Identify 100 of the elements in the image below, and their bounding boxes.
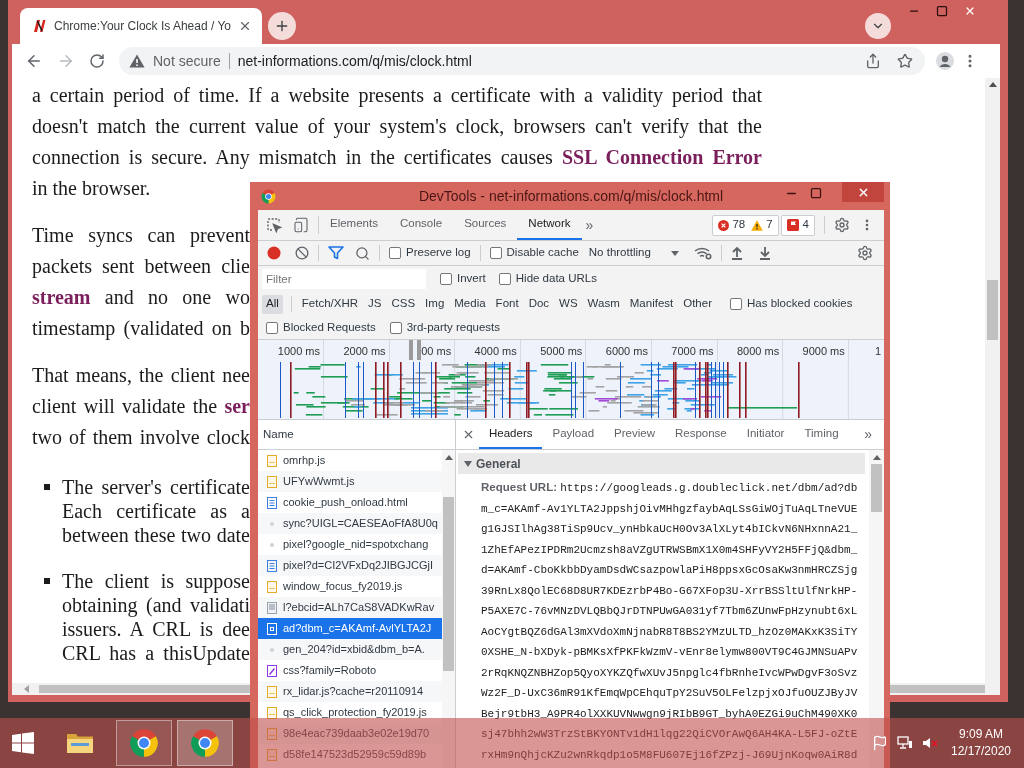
panel-tab[interactable]: Console <box>388 210 454 240</box>
range-handle[interactable] <box>417 340 421 360</box>
paragraph-text: Time syncs can prevent packets sent between clie stream and no one wo timestamp (validated on b <box>32 223 250 342</box>
panel-tab[interactable]: Elements <box>319 210 389 240</box>
scrollbar-thumb[interactable] <box>443 497 454 671</box>
section-header[interactable]: General <box>458 453 865 474</box>
maximize-icon[interactable] <box>936 5 948 17</box>
checkbox[interactable] <box>389 247 401 259</box>
type-filter[interactable]: JS <box>364 294 386 314</box>
scroll-up-icon[interactable] <box>444 455 453 460</box>
request-row[interactable]: rx_lidar.js?cache=r20110914 <box>258 681 442 702</box>
inspect-element-icon[interactable] <box>266 217 282 233</box>
tab-title: Chrome:Your Clock Is Ahead / Yo <box>54 18 231 35</box>
document-icon <box>267 559 277 572</box>
text-line: a certain period of time. If a website presents a certificate with a validity period that <box>32 83 762 109</box>
type-filter[interactable]: Doc <box>524 294 554 314</box>
checkbox[interactable] <box>440 273 452 285</box>
start-logo-icon[interactable] <box>11 731 35 755</box>
checkbox[interactable] <box>498 273 511 285</box>
browser-tab[interactable]: Chrome:Your Clock Is Ahead / Yo <box>20 8 262 44</box>
details-tab[interactable]: Response <box>664 420 737 449</box>
checkbox[interactable] <box>730 298 742 310</box>
scrollbar-thumb[interactable] <box>987 280 998 340</box>
throttling-select[interactable]: No throttling <box>588 244 679 262</box>
flag-icon[interactable] <box>872 735 888 751</box>
settings-icon[interactable] <box>834 217 850 233</box>
type-filter[interactable]: Img <box>421 294 449 314</box>
dot-icon <box>270 521 274 526</box>
request-row[interactable]: sync?UIGL=CAESEAoFfA8U0q <box>258 513 442 534</box>
request-row[interactable]: pixel?d=CI2VFxDq2JIBGJCGjI <box>258 555 442 576</box>
scrollbar-thumb[interactable] <box>871 464 882 512</box>
type-filter[interactable]: WS <box>555 294 582 314</box>
text-line: doesn't match the current value of your system's clock, browsers can't verify that the <box>32 114 762 140</box>
scroll-up-icon[interactable] <box>988 82 997 87</box>
type-filter[interactable]: Other <box>679 294 716 314</box>
panel-tab[interactable]: Sources <box>453 210 518 240</box>
close-icon[interactable] <box>238 19 252 33</box>
clock-time[interactable]: 9:09 AM <box>959 726 1003 743</box>
back-icon[interactable] <box>25 52 43 70</box>
device-toolbar-icon[interactable] <box>293 217 309 233</box>
request-row[interactable]: ad?dbm_c=AKAmf-AvlYLTA2J <box>258 618 442 639</box>
checkbox[interactable] <box>266 321 278 334</box>
share-icon[interactable] <box>865 53 881 69</box>
address-bar[interactable]: Not secure net-informations.com/q/mis/clock.html <box>119 47 925 75</box>
taskbar-app-button[interactable] <box>116 720 172 766</box>
close-icon[interactable] <box>964 5 976 17</box>
details-tab[interactable]: Payload <box>542 420 605 449</box>
network-settings-icon[interactable] <box>693 246 712 260</box>
details-tab[interactable]: Preview <box>604 420 665 449</box>
scroll-up-icon[interactable] <box>872 455 881 460</box>
network-icon[interactable] <box>897 735 913 751</box>
type-filter[interactable]: Font <box>491 294 523 314</box>
security-label[interactable]: Not secure <box>153 50 221 72</box>
volume-muted-icon[interactable] <box>922 735 938 751</box>
star-icon[interactable] <box>897 53 913 69</box>
close-icon[interactable] <box>462 428 475 441</box>
type-filter[interactable]: Media <box>450 294 490 314</box>
document-icon <box>267 496 277 509</box>
request-name: omrhp.js <box>283 453 326 469</box>
type-filter[interactable]: Wasm <box>583 294 624 314</box>
details-tab[interactable]: Headers <box>479 420 543 449</box>
details-tab[interactable]: Initiator <box>736 420 795 449</box>
range-handle[interactable] <box>409 340 413 360</box>
taskbar-app-button[interactable] <box>177 720 233 766</box>
column-header[interactable]: Name <box>263 425 294 444</box>
profile-avatar-icon[interactable] <box>936 52 954 70</box>
clear-icon[interactable] <box>295 246 309 260</box>
tick-label: 00 ms <box>421 343 452 359</box>
scrollbar-thumb[interactable] <box>890 685 985 693</box>
request-row[interactable]: l?ebcid=ALh7CaS8VADKwRav <box>258 597 442 618</box>
filter-icon[interactable] <box>328 246 344 260</box>
filter-input[interactable]: Filter <box>262 269 426 289</box>
clock-date[interactable]: 12/17/2020 <box>950 743 1012 760</box>
new-tab-button[interactable] <box>268 12 296 40</box>
issues-counter[interactable]: 78 7 <box>712 214 779 236</box>
type-filter[interactable]: Manifest <box>625 294 678 314</box>
request-row[interactable]: UFYwWwmt.js <box>258 471 442 492</box>
more-tabs-button[interactable]: » <box>864 424 872 445</box>
checkbox[interactable] <box>489 247 502 259</box>
type-filter[interactable]: CSS <box>387 294 420 314</box>
upload-icon[interactable] <box>730 246 743 260</box>
type-filter[interactable]: All <box>262 294 283 314</box>
dot-icon <box>270 647 274 652</box>
tab-search-button[interactable] <box>865 13 891 39</box>
issues-button[interactable]: 4 <box>780 214 815 236</box>
close-button[interactable] <box>842 182 884 202</box>
type-filter[interactable]: Fetch/XHR <box>297 294 363 314</box>
scrollbar-thumb[interactable] <box>39 685 250 693</box>
details-tab[interactable]: Timing <box>794 420 849 449</box>
download-icon[interactable] <box>758 246 771 260</box>
more-tabs-button[interactable]: » <box>585 214 594 236</box>
search-icon[interactable] <box>355 245 370 261</box>
reload-icon[interactable] <box>89 53 105 69</box>
request-row[interactable]: gen_204?id=xbid&dbm_b=A. <box>258 639 442 660</box>
maximize-icon[interactable] <box>810 187 822 199</box>
checkbox[interactable] <box>389 321 402 334</box>
warning-icon <box>751 219 764 231</box>
script-file-icon <box>267 580 277 593</box>
settings-icon[interactable] <box>857 245 873 261</box>
record-icon[interactable] <box>267 246 281 260</box>
